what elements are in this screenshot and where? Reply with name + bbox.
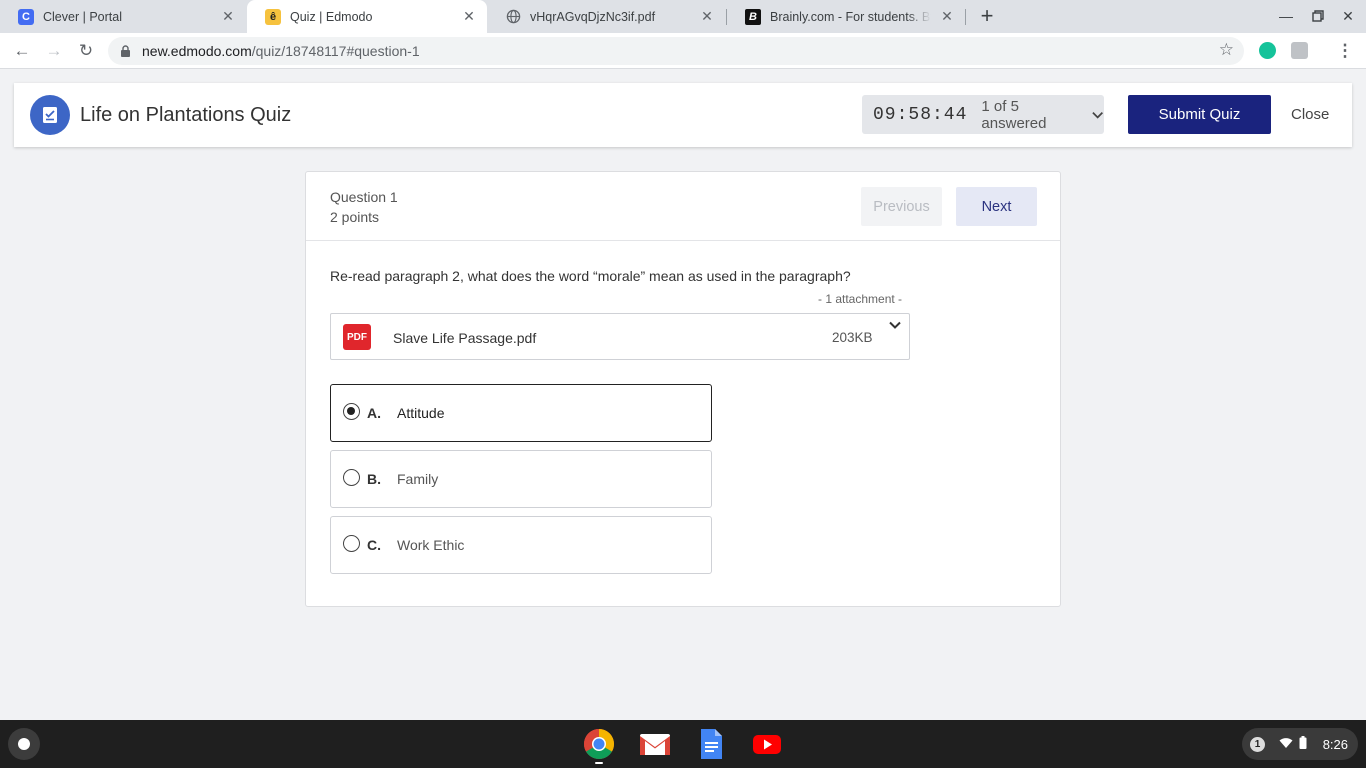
timer: 09:58:44 (873, 104, 968, 125)
new-tab-icon[interactable]: + (976, 5, 998, 28)
docs-icon[interactable] (695, 728, 727, 760)
window-close-icon[interactable]: ✕ (1337, 6, 1359, 26)
question-card: Question 1 2 points Previous Next Re-rea… (305, 171, 1061, 607)
radio-unselected[interactable] (343, 469, 360, 486)
os-shelf: 1 8:26 (0, 720, 1366, 768)
tab-clever[interactable]: C Clever | Portal ✕ (0, 0, 246, 33)
next-button[interactable]: Next (956, 187, 1037, 226)
quiz-title: Life on Plantations Quiz (80, 104, 292, 126)
answer-option-c[interactable]: C. Work Ethic (330, 516, 712, 574)
tab-pdf[interactable]: vHqrAGvqDjzNc3if.pdf ✕ (487, 0, 725, 33)
tab-title: Brainly.com - For students. By students. (770, 9, 931, 24)
globe-icon (505, 9, 521, 25)
browser-toolbar: ← → ↻ new.edmodo.com/quiz/18748117#quest… (0, 33, 1366, 69)
tab-edmodo-quiz[interactable]: ê Quiz | Edmodo ✕ (247, 0, 487, 33)
tab-title: vHqrAGvqDjzNc3if.pdf (530, 9, 656, 24)
answered-count: 1 of 5 answered (981, 97, 1047, 132)
chevron-down-icon[interactable] (887, 317, 903, 333)
extension-icon[interactable] (1291, 42, 1308, 59)
question-number: Question 1 (330, 189, 398, 205)
tab-title: Quiz | Edmodo (290, 9, 373, 24)
reload-icon[interactable]: ↻ (74, 39, 98, 63)
attachment-name: Slave Life Passage.pdf (393, 330, 537, 346)
radio-selected[interactable] (343, 403, 360, 420)
clock: 8:26 (1322, 736, 1348, 752)
close-icon[interactable]: ✕ (220, 8, 236, 25)
attachment-count: - 1 attachment - (818, 292, 903, 306)
battery-icon (1299, 736, 1307, 752)
close-icon[interactable]: ✕ (461, 8, 477, 25)
notification-badge: 1 (1250, 736, 1265, 752)
tab-divider (965, 9, 966, 25)
pdf-icon: PDF (343, 324, 371, 350)
option-text: Family (397, 471, 439, 487)
tab-brainly[interactable]: B Brainly.com - For students. By student… (727, 0, 965, 33)
quiz-header: Life on Plantations Quiz 09:58:44 1 of 5… (14, 83, 1352, 147)
option-letter: B. (367, 471, 381, 487)
attachment-size: 203KB (832, 330, 873, 345)
tab-title: Clever | Portal (43, 9, 122, 24)
minimize-icon[interactable]: — (1275, 6, 1297, 26)
grammarly-icon[interactable] (1259, 42, 1276, 59)
back-icon[interactable]: ← (10, 39, 34, 63)
running-indicator (595, 762, 603, 764)
chevron-down-icon (1092, 111, 1103, 119)
wifi-icon (1279, 737, 1293, 752)
forward-icon[interactable]: → (42, 39, 66, 63)
youtube-icon[interactable] (751, 728, 783, 760)
menu-kebab-icon[interactable]: ⋮ (1333, 39, 1357, 63)
edmodo-icon: ê (265, 8, 281, 25)
option-text: Work Ethic (397, 537, 465, 553)
option-text: Attitude (397, 405, 445, 421)
quiz-icon (30, 95, 70, 135)
browser-tab-strip: C Clever | Portal ✕ ê Quiz | Edmodo ✕ vH… (0, 0, 1366, 33)
question-prompt: Re-read paragraph 2, what does the word … (330, 268, 851, 284)
close-button[interactable]: Close (1291, 106, 1329, 123)
url-host: new.edmodo.com (142, 43, 252, 59)
close-icon[interactable]: ✕ (939, 8, 955, 25)
previous-button[interactable]: Previous (861, 187, 942, 226)
chrome-icon[interactable] (583, 728, 615, 764)
attachment-item[interactable]: PDF Slave Life Passage.pdf 203KB (330, 313, 910, 360)
address-bar[interactable]: new.edmodo.com/quiz/18748117#question-1 … (108, 37, 1244, 65)
status-tray[interactable]: 1 8:26 (1242, 728, 1358, 760)
option-letter: C. (367, 537, 381, 553)
radio-unselected[interactable] (343, 535, 360, 552)
question-header: Question 1 2 points Previous Next (306, 172, 1060, 241)
close-icon[interactable]: ✕ (699, 8, 715, 25)
option-letter: A. (367, 405, 381, 421)
clever-icon: C (18, 8, 34, 25)
answer-option-a[interactable]: A. Attitude (330, 384, 712, 442)
progress-dropdown[interactable]: 09:58:44 1 of 5 answered (862, 95, 1104, 134)
launcher-icon[interactable] (8, 728, 40, 760)
bookmark-star-icon[interactable]: ☆ (1219, 40, 1234, 60)
brainly-icon: B (745, 8, 761, 25)
submit-quiz-button[interactable]: Submit Quiz (1128, 95, 1271, 134)
answer-option-b[interactable]: B. Family (330, 450, 712, 508)
url-path: /quiz/18748117#question-1 (251, 43, 420, 59)
restore-icon[interactable] (1307, 6, 1329, 26)
gmail-icon[interactable] (639, 728, 671, 760)
lock-icon (120, 45, 132, 57)
question-points: 2 points (330, 209, 380, 225)
